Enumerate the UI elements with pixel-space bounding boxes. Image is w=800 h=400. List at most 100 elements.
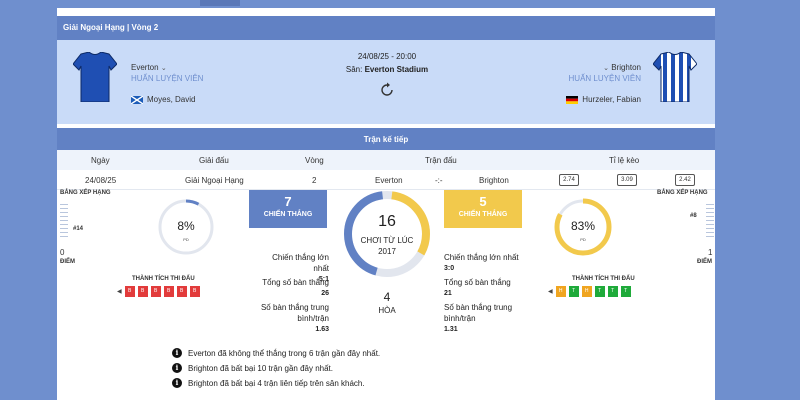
away-avg-goals-stat: Số bàn thắng trung bình/trận 1.31 — [444, 302, 518, 335]
info-icon: i — [172, 363, 182, 373]
top-bar — [0, 0, 800, 8]
col-match: Trận đấu — [425, 156, 457, 165]
row-league: Giải Ngoại Hạng — [185, 176, 244, 185]
head-to-head-donut — [344, 191, 430, 277]
form-badge: H — [581, 286, 592, 297]
away-biggest-win-stat: Chiến thắng lớn nhất 3:0 — [444, 252, 524, 274]
form-badge: B — [150, 286, 161, 297]
away-rank: #8 — [690, 213, 697, 219]
away-points: 1 — [708, 248, 713, 257]
away-standings-scale — [706, 204, 714, 244]
odds-away[interactable]: 2.42 — [675, 174, 695, 186]
biggest-win-label: Chiến thắng lớn nhất — [444, 253, 519, 262]
avg-goals-label: Số bàn thắng trung bình/trận — [260, 303, 329, 323]
total-goals-label: Tổng số bàn thắng — [262, 278, 329, 287]
away-jersey-icon — [653, 52, 697, 102]
away-coach-name[interactable]: Hurzeler, Fabian — [582, 95, 641, 104]
note-text: Everton đã không thể thắng trong 6 trận … — [188, 348, 381, 358]
col-date: Ngày — [91, 156, 110, 165]
draws-count: 4 — [383, 290, 391, 304]
form-badge: B — [189, 286, 200, 297]
away-biggest-win: 3:0 — [444, 265, 455, 272]
home-percentage: 8% — [177, 219, 195, 233]
home-percentage-sub: PD — [183, 237, 189, 242]
home-team: Everton ⌄ HUẤN LUYỆN VIÊN Moyes, David — [131, 63, 203, 104]
match-panel: Giải Ngoại Hạng | Vòng 2 Everton ⌄ HUẤN … — [57, 8, 715, 400]
chevron-down-icon[interactable]: ⌄ — [603, 65, 609, 72]
form-badge: B — [137, 286, 148, 297]
home-standings-scale — [60, 204, 68, 244]
venue-name: Everton Stadium — [364, 65, 429, 74]
home-points: 0 — [60, 248, 65, 257]
row-home-team[interactable]: Everton — [375, 176, 403, 185]
away-avg-goals: 1.31 — [444, 326, 458, 333]
odds-draw[interactable]: 3.09 — [617, 174, 637, 186]
league-header: Giải Ngoại Hạng | Vòng 2 — [57, 16, 715, 40]
away-wins-box: 5 CHIẾN THẮNG — [444, 190, 522, 228]
home-total-goals-stat: Tổng số bàn thắng 26 — [255, 277, 329, 299]
info-icon: i — [172, 348, 182, 358]
away-form-row: ◀ HTHTTT — [548, 286, 631, 297]
match-datetime: 24/08/25 - 20:00 — [357, 52, 417, 61]
away-total-goals-stat: Tổng số bàn thắng 21 — [444, 277, 524, 299]
home-standings-label: BẢNG XẾP HẠNG — [60, 190, 111, 196]
form-badge: T — [594, 286, 605, 297]
away-form-label: THÀNH TÍCH THI ĐẤU — [572, 276, 635, 282]
arrow-left-icon: ◀ — [548, 289, 553, 295]
venue-label: Sân: — [345, 65, 363, 74]
draws-label: HÒA — [378, 306, 396, 315]
home-wins-label: CHIẾN THẮNG — [263, 211, 313, 218]
home-team-name[interactable]: Everton — [131, 63, 159, 72]
away-percentage-sub: PD — [580, 237, 586, 242]
home-points-label: ĐIỂM — [60, 259, 75, 265]
since-year: 2017 — [378, 247, 396, 256]
home-rank: #14 — [73, 226, 84, 232]
total-matches: 16 — [378, 213, 396, 230]
form-badge: B — [176, 286, 187, 297]
away-percentage: 83% — [570, 219, 596, 233]
avg-goals-label: Số bàn thắng trung bình/trận — [444, 303, 513, 323]
chevron-down-icon[interactable]: ⌄ — [161, 65, 167, 72]
away-standings-label: BẢNG XẾP HẠNG — [657, 190, 708, 196]
row-date: 24/08/25 — [85, 176, 117, 185]
match-center-info: 24/08/25 - 20:00 Sân: Everton Stadium — [327, 52, 447, 100]
arrow-left-icon: ◀ — [117, 289, 122, 295]
scotland-flag-icon — [131, 95, 143, 104]
col-round: Vòng — [305, 156, 324, 165]
form-badge: B — [163, 286, 174, 297]
form-badge: T — [620, 286, 631, 297]
form-badge: T — [568, 286, 579, 297]
next-matches-header: Trận kế tiếp — [57, 128, 715, 150]
form-badge: B — [124, 286, 135, 297]
home-jersey-icon — [73, 52, 117, 102]
col-odds: Tỉ lệ kèo — [609, 156, 640, 165]
home-form-row: ◀ BBBBBB — [117, 286, 200, 297]
list-item: i Everton đã không thể thắng trong 6 trận… — [172, 348, 380, 358]
row-away-team[interactable]: Brighton — [479, 176, 509, 185]
list-item: i Brighton đã bất bại 4 trận liên tiếp tr… — [172, 378, 380, 388]
info-icon: i — [172, 378, 182, 388]
refresh-icon[interactable] — [379, 82, 395, 98]
home-form-label: THÀNH TÍCH THI ĐẤU — [132, 276, 195, 282]
row-round: 2 — [312, 176, 317, 185]
home-total-goals: 26 — [321, 290, 329, 297]
home-avg-goals-stat: Số bàn thắng trung bình/trận 1.63 — [255, 302, 329, 335]
note-text: Brighton đã bất bại 10 trận gần đây nhất… — [188, 363, 333, 373]
notes-list: i Everton đã không thể thắng trong 6 trận… — [172, 348, 380, 393]
home-wins: 7 — [284, 194, 292, 209]
odds-home[interactable]: 2.74 — [559, 174, 579, 186]
away-wins-label: CHIẾN THẮNG — [458, 211, 508, 218]
form-badge: H — [555, 286, 566, 297]
germany-flag-icon — [566, 95, 579, 104]
biggest-win-label: Chiến thắng lớn nhất — [272, 253, 329, 273]
away-team-name[interactable]: Brighton — [611, 63, 641, 72]
table-row[interactable]: 24/08/25 Giải Ngoại Hạng 2 Everton -:- B… — [57, 170, 715, 190]
away-total-goals: 21 — [444, 290, 452, 297]
away-points-label: ĐIỂM — [697, 259, 712, 265]
away-coach-label: HUẤN LUYỆN VIÊN — [568, 74, 641, 83]
top-tab[interactable] — [200, 0, 240, 6]
away-team: ⌄ Brighton HUẤN LUYỆN VIÊN Hurzeler, Fab… — [566, 63, 641, 104]
note-text: Brighton đã bất bại 4 trận liên tiếp trê… — [188, 378, 365, 388]
total-goals-label: Tổng số bàn thắng — [444, 278, 511, 287]
home-coach-name[interactable]: Moyes, David — [147, 95, 195, 104]
